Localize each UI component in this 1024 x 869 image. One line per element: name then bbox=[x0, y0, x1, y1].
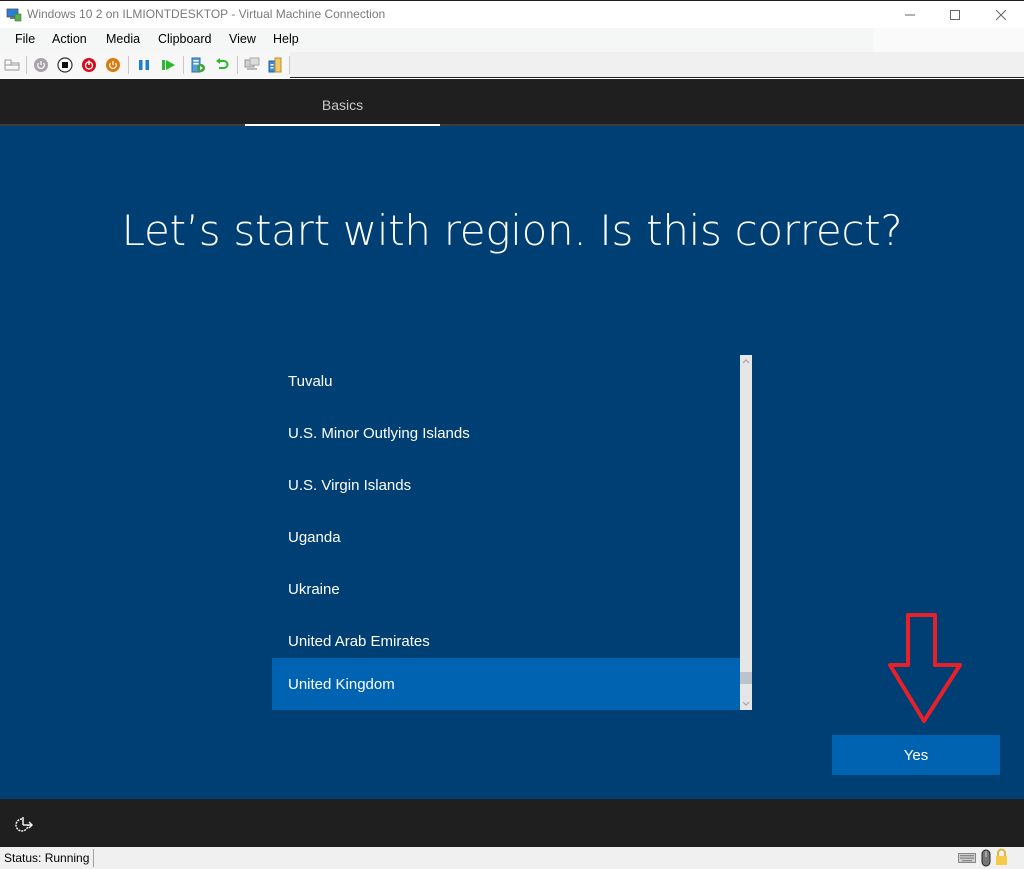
annotation-arrow-icon bbox=[888, 613, 962, 723]
pause-icon bbox=[139, 60, 149, 70]
turn-off-button[interactable] bbox=[57, 57, 73, 73]
mouse-icon bbox=[981, 849, 991, 867]
scroll-down-button[interactable] bbox=[740, 698, 752, 710]
page-heading: Let’s start with region. Is this correct… bbox=[121, 206, 903, 255]
region-list[interactable]: Tuvalu U.S. Minor Outlying Islands U.S. … bbox=[272, 355, 740, 710]
stop-icon bbox=[57, 57, 73, 73]
toolbar bbox=[0, 52, 1024, 78]
title-bar: Windows 10 2 on ILMIONTDESKTOP - Virtual… bbox=[0, 0, 1024, 28]
scroll-up-button[interactable] bbox=[740, 355, 752, 367]
pause-button[interactable] bbox=[136, 57, 152, 73]
start-button[interactable] bbox=[33, 57, 49, 73]
share-icon bbox=[268, 57, 282, 73]
status-text: Status: Running bbox=[4, 851, 90, 865]
close-icon bbox=[996, 10, 1006, 20]
region-list-scrollbar[interactable] bbox=[740, 355, 752, 710]
oobe-bottom-bar bbox=[0, 799, 1024, 847]
yes-button[interactable]: Yes bbox=[832, 735, 1000, 775]
resume-button[interactable] bbox=[160, 57, 176, 73]
ctrl-alt-del-button[interactable] bbox=[4, 57, 20, 73]
minimize-icon bbox=[905, 14, 915, 16]
revert-button[interactable] bbox=[214, 57, 230, 73]
oobe-tab-bar: Basics bbox=[0, 79, 1024, 126]
resume-icon bbox=[162, 60, 175, 70]
menu-help[interactable]: Help bbox=[273, 32, 299, 46]
keyboard-icon bbox=[958, 853, 976, 863]
lock-icon bbox=[996, 848, 1007, 865]
checkpoint-icon bbox=[191, 57, 205, 73]
region-item[interactable]: Tuvalu bbox=[272, 355, 740, 407]
save-state-icon bbox=[106, 58, 120, 72]
tab-active-indicator bbox=[245, 124, 440, 126]
enhanced-session-icon bbox=[244, 57, 260, 70]
menu-file[interactable]: File bbox=[15, 32, 35, 46]
shutdown-icon bbox=[82, 58, 96, 72]
vm-connection-icon bbox=[6, 8, 22, 22]
chevron-up-icon bbox=[742, 359, 750, 364]
menu-action[interactable]: Action bbox=[52, 32, 87, 46]
status-bar: Status: Running bbox=[0, 847, 1024, 869]
menu-media[interactable]: Media bbox=[106, 32, 140, 46]
revert-icon bbox=[216, 58, 229, 69]
region-item[interactable]: Uganda bbox=[272, 511, 740, 563]
menu-view[interactable]: View bbox=[229, 32, 256, 46]
menu-bar: File Action Media Clipboard View Help bbox=[0, 28, 1024, 52]
maximize-icon bbox=[950, 10, 960, 20]
close-button[interactable] bbox=[978, 1, 1024, 29]
maximize-button[interactable] bbox=[932, 1, 978, 29]
enhanced-session-button[interactable] bbox=[244, 57, 260, 73]
region-item[interactable]: Ukraine bbox=[272, 563, 740, 615]
share-button[interactable] bbox=[267, 57, 283, 73]
power-icon bbox=[34, 58, 48, 72]
vm-screen[interactable]: Basics Let’s start with region. Is this … bbox=[0, 79, 1024, 847]
region-item[interactable]: U.S. Virgin Islands bbox=[272, 459, 740, 511]
region-item[interactable]: U.S. Minor Outlying Islands bbox=[272, 407, 740, 459]
minimize-button[interactable] bbox=[887, 1, 933, 29]
tab-basics: Basics bbox=[321, 97, 364, 113]
menu-clipboard[interactable]: Clipboard bbox=[158, 32, 212, 46]
window-title: Windows 10 2 on ILMIONTDESKTOP - Virtual… bbox=[27, 7, 386, 21]
chevron-down-icon bbox=[742, 701, 750, 706]
checkpoint-button[interactable] bbox=[190, 57, 206, 73]
save-state-button[interactable] bbox=[105, 57, 121, 73]
accessibility-icon[interactable] bbox=[14, 815, 36, 833]
shut-down-button[interactable] bbox=[81, 57, 97, 73]
scroll-thumb[interactable] bbox=[740, 672, 752, 684]
region-item-selected[interactable]: United Kingdom bbox=[272, 658, 740, 710]
ctrl-alt-del-icon bbox=[4, 59, 20, 71]
